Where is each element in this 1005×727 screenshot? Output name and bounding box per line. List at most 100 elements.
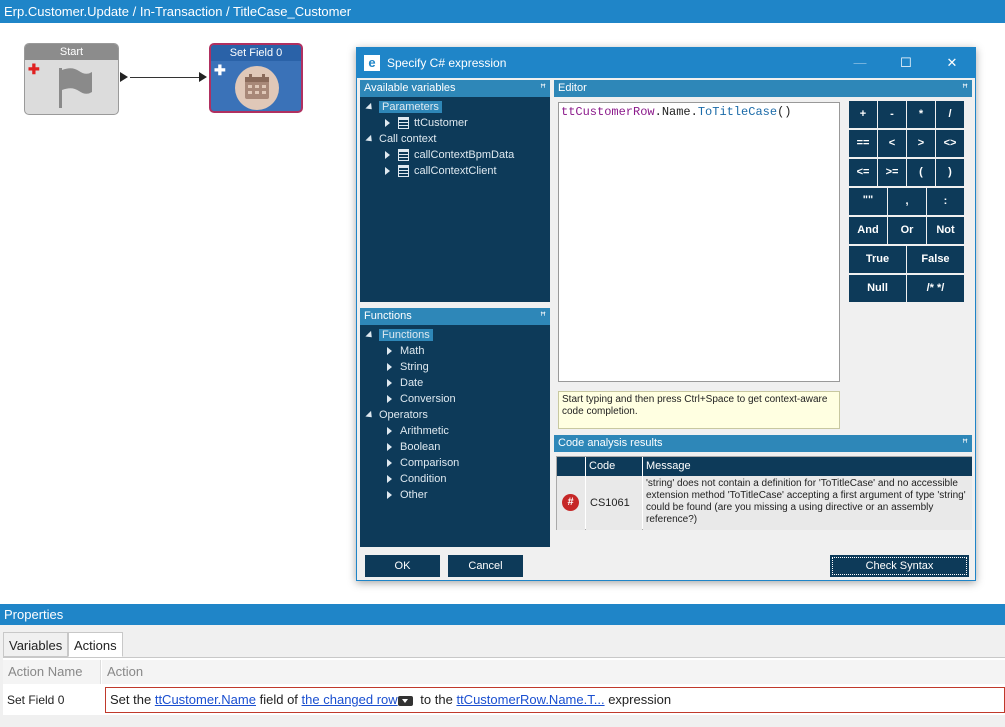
calendar-icon	[235, 66, 279, 110]
op-divide-button[interactable]: /	[936, 101, 964, 128]
setfield-in-connector[interactable]	[199, 72, 207, 82]
op-null-button[interactable]: Null	[849, 275, 906, 302]
tree-node-functions[interactable]: Functions	[365, 327, 433, 343]
action-cell[interactable]: Set the ttCustomer.Name field of the cha…	[105, 687, 1005, 713]
collapse-icon	[385, 167, 390, 176]
op-false-button[interactable]: False	[907, 246, 964, 273]
collapse-icon	[387, 475, 392, 484]
tree-label: Math	[400, 345, 425, 357]
collapse-icon	[387, 379, 392, 388]
tree-node-condition[interactable]: Condition	[387, 471, 446, 487]
pin-icon[interactable]: ꟸ	[962, 80, 968, 97]
op-or-button[interactable]: Or	[888, 217, 926, 244]
action-text: expression	[608, 692, 672, 707]
collapse-icon	[387, 459, 392, 468]
ok-button[interactable]: OK	[365, 555, 440, 577]
close-button[interactable]: ✕	[929, 48, 975, 78]
tree-node-conversion[interactable]: Conversion	[387, 391, 456, 407]
tree-node-comparison[interactable]: Comparison	[387, 455, 459, 471]
tree-label: Arithmetic	[400, 425, 449, 437]
pin-icon[interactable]: ꟸ	[962, 435, 968, 452]
connection-line	[130, 77, 199, 78]
tree-node-math[interactable]: Math	[387, 343, 424, 359]
tree-node-other[interactable]: Other	[387, 487, 428, 503]
minimize-button[interactable]: —	[837, 48, 883, 78]
table-icon	[398, 165, 409, 178]
operator-pad: + - * / == < > <> <= >= ( ) "" , : And O…	[849, 101, 967, 306]
op-plus-button[interactable]: +	[849, 101, 877, 128]
tree-node-context-client[interactable]: callContextClient	[385, 163, 497, 179]
op-colon-button[interactable]: :	[927, 188, 964, 215]
op-greater-button[interactable]: >	[907, 130, 935, 157]
cancel-button[interactable]: Cancel	[448, 555, 523, 577]
tree-node-operators[interactable]: Operators	[365, 407, 428, 423]
op-open-paren-button[interactable]: (	[907, 159, 935, 186]
error-icon-cell[interactable]: #	[557, 476, 585, 530]
code-analysis-header: Code analysis results ꟸ	[554, 435, 972, 452]
start-node-label: Start	[25, 44, 118, 60]
column-header-code: Code	[586, 457, 642, 476]
app-logo-icon: e	[364, 55, 380, 71]
check-syntax-button[interactable]: Check Syntax	[830, 555, 969, 577]
tree-node-call-context[interactable]: Call context	[365, 131, 436, 147]
field-link[interactable]: ttCustomer.Name	[155, 692, 256, 707]
flag-icon	[59, 68, 92, 108]
op-minus-button[interactable]: -	[878, 101, 906, 128]
expression-link[interactable]: ttCustomerRow.Name.T...	[456, 692, 604, 707]
tree-node-arithmetic[interactable]: Arithmetic	[387, 423, 449, 439]
collapse-icon	[385, 119, 390, 128]
op-less-equal-button[interactable]: <=	[849, 159, 877, 186]
dropdown-icon[interactable]	[397, 696, 413, 706]
tree-node-parameters[interactable]: Parameters	[365, 99, 442, 115]
maximize-button[interactable]: ☐	[883, 48, 929, 78]
tab-variables[interactable]: Variables	[3, 632, 69, 657]
op-greater-equal-button[interactable]: >=	[878, 159, 906, 186]
pin-icon[interactable]: ꟸ	[540, 308, 546, 325]
tree-label: Other	[400, 489, 428, 501]
column-header-icon	[557, 457, 585, 476]
functions-tree: Functions Math String Date Conversion Op…	[360, 325, 550, 547]
op-quotes-button[interactable]: ""	[849, 188, 887, 215]
tree-node-boolean[interactable]: Boolean	[387, 439, 440, 455]
op-close-paren-button[interactable]: )	[936, 159, 964, 186]
collapse-icon	[387, 427, 392, 436]
tree-node-date[interactable]: Date	[387, 375, 423, 391]
error-code-cell[interactable]: CS1061	[586, 476, 642, 530]
op-true-button[interactable]: True	[849, 246, 906, 273]
collapse-icon	[387, 395, 392, 404]
code-completion-hint: Start typing and then press Ctrl+Space t…	[558, 391, 840, 429]
expand-icon	[365, 330, 375, 340]
op-multiply-button[interactable]: *	[907, 101, 935, 128]
action-name-cell[interactable]: Set Field 0	[7, 687, 102, 713]
available-variables-title: Available variables	[364, 82, 456, 94]
tree-label: Date	[400, 377, 424, 389]
code-editor[interactable]: ttCustomerRow.Name.ToTitleCase()	[558, 102, 840, 382]
dialog-title-bar[interactable]: e Specify C# expression — ☐ ✕	[357, 48, 975, 78]
op-equal-button[interactable]: ==	[849, 130, 877, 157]
table-icon	[398, 117, 409, 130]
tree-label: Comparison	[400, 457, 460, 469]
op-comma-button[interactable]: ,	[888, 188, 926, 215]
error-message-cell[interactable]: 'string' does not contain a definition f…	[643, 476, 972, 530]
set-field-node[interactable]: Set Field 0 ✚	[209, 43, 303, 113]
code-method: ToTitleCase	[697, 105, 778, 119]
set-field-node-label: Set Field 0	[211, 45, 301, 61]
op-comment-button[interactable]: /* */	[907, 275, 964, 302]
op-not-equal-button[interactable]: <>	[936, 130, 964, 157]
expand-icon	[365, 102, 375, 112]
op-and-button[interactable]: And	[849, 217, 887, 244]
tree-label: callContextClient	[414, 165, 497, 177]
pin-icon[interactable]: ꟸ	[540, 80, 546, 97]
tab-actions[interactable]: Actions	[68, 632, 123, 657]
tree-node-ttcustomer[interactable]: ttCustomer	[385, 115, 468, 131]
start-out-connector[interactable]	[120, 72, 128, 82]
op-not-button[interactable]: Not	[927, 217, 964, 244]
op-less-button[interactable]: <	[878, 130, 906, 157]
properties-header: Properties	[0, 604, 1005, 625]
row-link[interactable]: the changed row	[302, 692, 398, 707]
editor-title: Editor	[558, 82, 587, 94]
start-node[interactable]: Start ✚	[24, 43, 119, 115]
tree-label: Parameters	[379, 101, 442, 113]
tree-node-string[interactable]: String	[387, 359, 429, 375]
tree-node-bpm-data[interactable]: callContextBpmData	[385, 147, 514, 163]
